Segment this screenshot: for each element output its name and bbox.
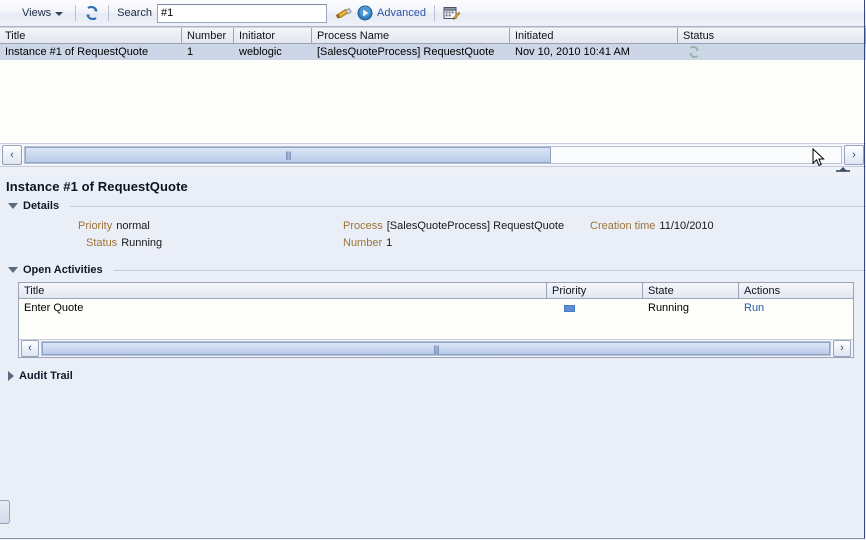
triangle-down-icon[interactable] [8,203,18,209]
column-header-status[interactable]: Status [678,28,866,43]
field-creation-time: Creation time 11/10/2010 [590,220,714,232]
scroll-left-button[interactable]: ‹ [2,145,22,165]
chevron-down-icon [55,12,64,16]
collapse-left-pane-handle[interactable] [0,500,10,524]
cell-activity-actions: Run [739,302,849,314]
cell-number: 1 [187,46,194,58]
run-action-link[interactable]: Run [744,302,764,314]
section-header-audit-trail[interactable]: Audit Trail [0,370,866,382]
triangle-right-icon[interactable] [8,371,14,381]
field-number: Number 1 [343,237,392,249]
toolbar-divider-2 [108,5,110,21]
column-header-initiator[interactable]: Initiator [234,28,312,43]
field-label-number: Number [343,237,383,249]
cell-initiated: Nov 10, 2010 10:41 AM [515,46,630,58]
cell-title: Instance #1 of RequestQuote [5,46,149,58]
section-title-details: Details [23,200,60,212]
field-priority: Priority normal [78,220,150,232]
field-label-process: Process [343,220,383,232]
details-field-grid: Priority normal Status Running Process [Sal… [0,218,866,264]
top-toolbar: Views Search #1 Advanced [0,0,866,27]
cell-initiator: weblogic [239,46,282,58]
instance-detail-pane: Instance #1 of RequestQuote Details Prio… [0,176,866,540]
grip-icon: |||| [285,150,291,160]
scroll-track[interactable]: |||| [41,341,831,356]
cell-activity-title: Enter Quote [24,302,84,314]
cell-process-name: [SalesQuoteProcess] RequestQuote [317,46,495,58]
triangle-down-icon[interactable] [8,267,18,273]
scroll-thumb[interactable]: |||| [42,342,830,355]
advanced-search-link[interactable]: Advanced [377,7,426,19]
field-process: Process [SalesQuoteProcess] RequestQuote [343,220,564,232]
section-rule [70,205,866,207]
application-window: Views Search #1 Advanced Title Number In… [0,0,866,540]
table-row[interactable]: Instance #1 of RequestQuote 1 weblogic [… [0,44,866,60]
field-value-status: Running [121,237,163,249]
column-header-activity-state[interactable]: State [643,283,739,298]
column-header-process-name[interactable]: Process Name [312,28,510,43]
column-header-initiated[interactable]: Initiated [510,28,678,43]
calendar-edit-icon[interactable] [443,5,461,21]
field-value-process: [SalesQuoteProcess] RequestQuote [386,220,565,232]
scroll-right-button[interactable]: › [844,145,864,165]
field-status: Status Running [86,237,162,249]
scroll-track[interactable]: |||| [24,146,842,164]
column-header-activity-actions[interactable]: Actions [739,283,849,298]
column-header-title[interactable]: Title [0,28,182,43]
field-value-number: 1 [386,237,393,249]
views-menu-button[interactable]: Views [18,6,67,20]
eraser-pencil-icon[interactable] [335,5,353,21]
instances-results-table: Title Number Initiator Process Name Init… [0,27,866,167]
grip-icon: |||| [433,343,439,354]
section-title-open-activities: Open Activities [23,264,103,276]
search-label: Search [117,7,153,19]
column-header-number[interactable]: Number [182,28,234,43]
scroll-left-button[interactable]: ‹ [21,340,39,357]
running-refresh-icon [687,45,701,59]
views-menu-label: Views [22,7,52,19]
play-icon[interactable] [357,5,373,21]
section-rule [113,269,866,271]
toolbar-divider-1 [75,5,77,21]
field-label-priority: Priority [78,220,113,232]
priority-normal-bar-icon [564,304,575,312]
scroll-thumb[interactable]: |||| [25,147,551,163]
field-label-status: Status [86,237,118,249]
field-value-priority: normal [116,220,150,232]
table-row[interactable]: Enter Quote Running Run [19,299,853,317]
cell-activity-state: Running [648,302,689,314]
section-header-open-activities[interactable]: Open Activities [0,264,866,276]
activities-header-row: Title Priority State Actions [19,283,853,299]
refresh-icon[interactable] [84,5,100,21]
scroll-right-button[interactable]: › [833,340,851,357]
pane-splitter-handle[interactable] [834,167,852,175]
open-activities-table: Title Priority State Actions Enter Quote… [18,282,854,358]
field-label-creation-time: Creation time [590,220,656,232]
cell-activity-priority [547,304,643,312]
cell-status [678,44,866,60]
section-header-details[interactable]: Details [0,200,866,212]
column-header-activity-priority[interactable]: Priority [547,283,643,298]
section-title-audit-trail: Audit Trail [19,370,73,382]
activities-horizontal-scrollbar[interactable]: ‹ |||| › [19,339,853,357]
results-horizontal-scrollbar[interactable]: ‹ |||| › [0,143,866,166]
toolbar-divider-3 [433,5,435,21]
search-input[interactable] [157,3,328,23]
results-header-row: Title Number Initiator Process Name Init… [0,27,866,44]
field-value-creation-time: 11/10/2010 [659,220,714,232]
page-title: Instance #1 of RequestQuote [6,179,188,194]
column-header-activity-title[interactable]: Title [19,283,547,298]
